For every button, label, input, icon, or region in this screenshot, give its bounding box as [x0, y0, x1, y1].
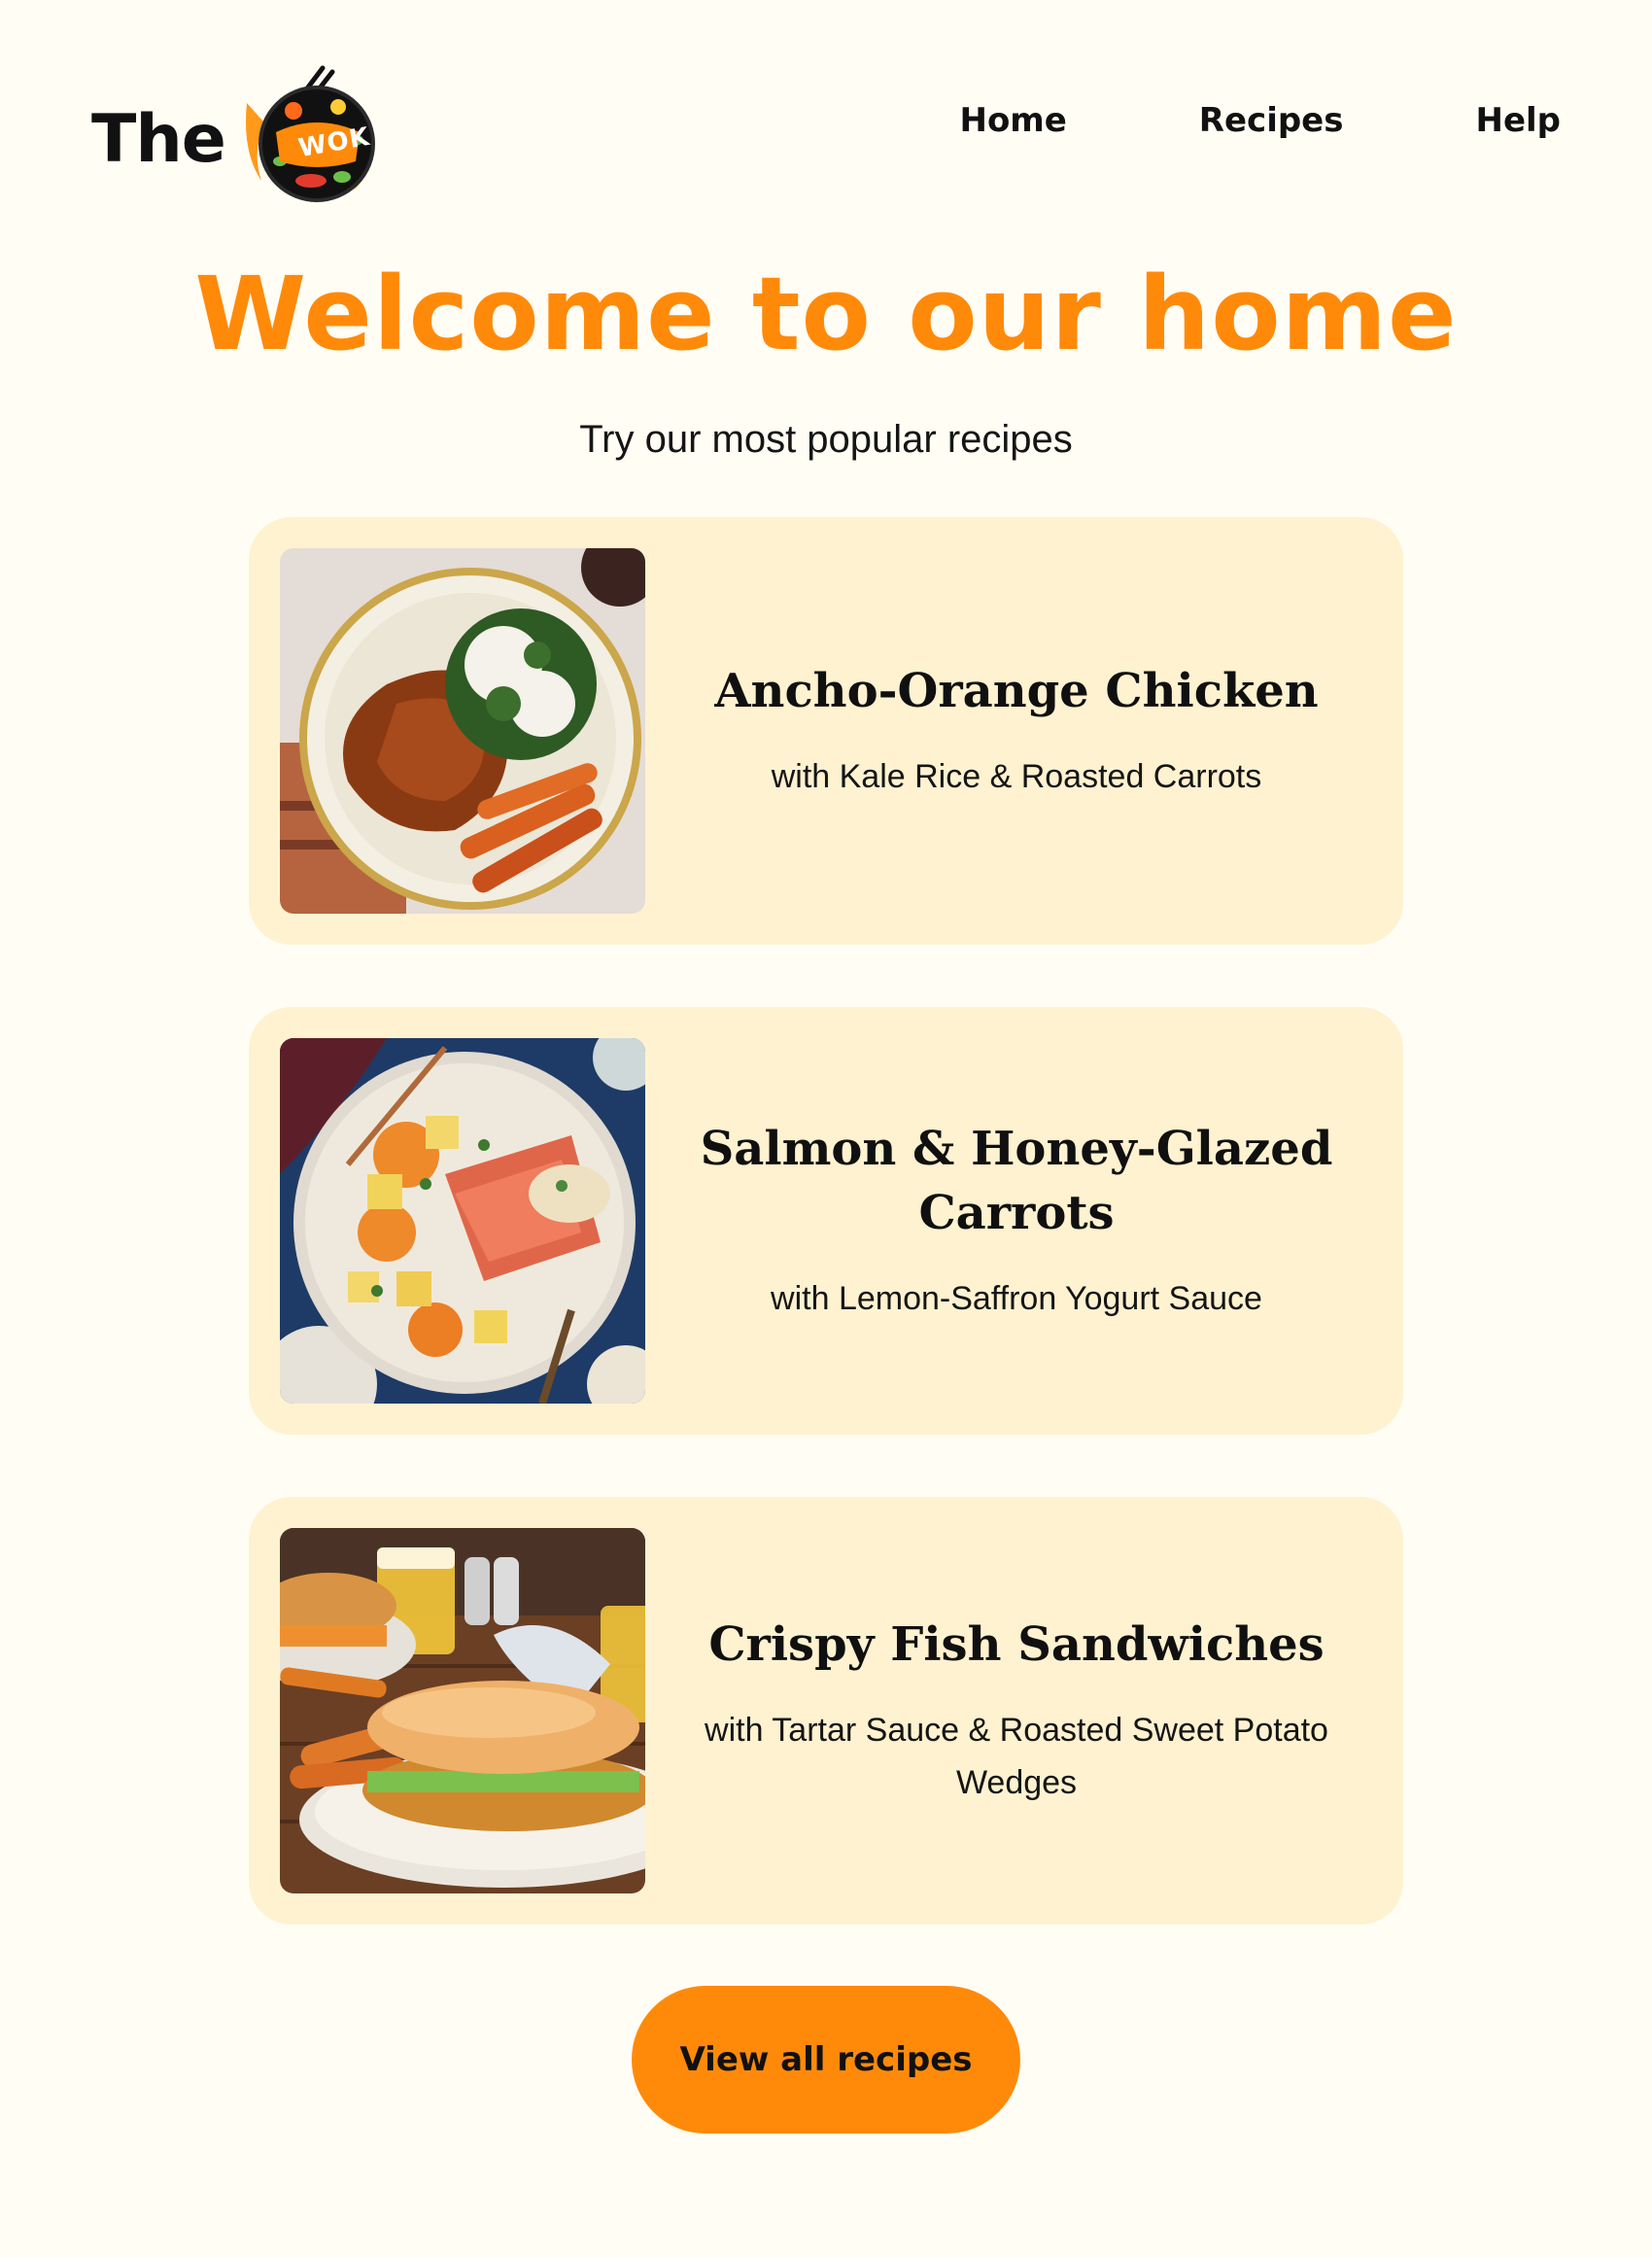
- recipe-description: with Kale Rice & Roasted Carrots: [771, 758, 1262, 795]
- recipe-description: with Tartar Sauce & Roasted Sweet Potato…: [705, 1712, 1328, 1801]
- view-all-recipes-button[interactable]: View all recipes: [632, 1986, 1020, 2134]
- hero-title: Welcome to our home: [194, 255, 1458, 373]
- recipe-photo[interactable]: [280, 1528, 645, 1893]
- recipe-card-crispy-fish-sandwiches[interactable]: Crispy Fish Sandwiches with Tartar Sauce…: [249, 1497, 1403, 1925]
- nav-recipes[interactable]: Recipes: [1199, 101, 1344, 140]
- hero-subtitle: Try our most popular recipes: [579, 418, 1073, 461]
- wok-logo-icon: WOK: [237, 64, 383, 210]
- recipe-text: Ancho-Orange Chicken with Kale Rice & Ro…: [667, 517, 1366, 945]
- nav-home[interactable]: Home: [959, 101, 1066, 140]
- recipe-text: Crispy Fish Sandwiches with Tartar Sauce…: [667, 1497, 1366, 1925]
- recipe-card-ancho-orange-chicken[interactable]: Ancho-Orange Chicken with Kale Rice & Ro…: [249, 517, 1403, 945]
- recipe-title[interactable]: Ancho-Orange Chicken: [714, 659, 1318, 723]
- recipe-card-salmon-honey-glazed-carrots[interactable]: Salmon & Honey-Glazed Carrots with Lemon…: [249, 1007, 1403, 1435]
- recipe-title[interactable]: Salmon & Honey-Glazed Carrots: [686, 1117, 1347, 1245]
- recipe-title[interactable]: Crispy Fish Sandwiches: [708, 1613, 1324, 1677]
- recipe-photo[interactable]: [280, 548, 645, 914]
- site-header: The WOK Home Recipes Help: [0, 0, 1652, 253]
- recipe-photo[interactable]: [280, 1038, 645, 1404]
- main-nav: Home Recipes Help: [827, 101, 1561, 140]
- site-logo[interactable]: The WOK: [91, 60, 402, 206]
- recipe-description: with Lemon-Saffron Yogurt Sauce: [771, 1280, 1262, 1317]
- recipe-text: Salmon & Honey-Glazed Carrots with Lemon…: [667, 1007, 1366, 1435]
- logo-prefix-text: The: [91, 101, 226, 178]
- nav-help[interactable]: Help: [1475, 101, 1561, 140]
